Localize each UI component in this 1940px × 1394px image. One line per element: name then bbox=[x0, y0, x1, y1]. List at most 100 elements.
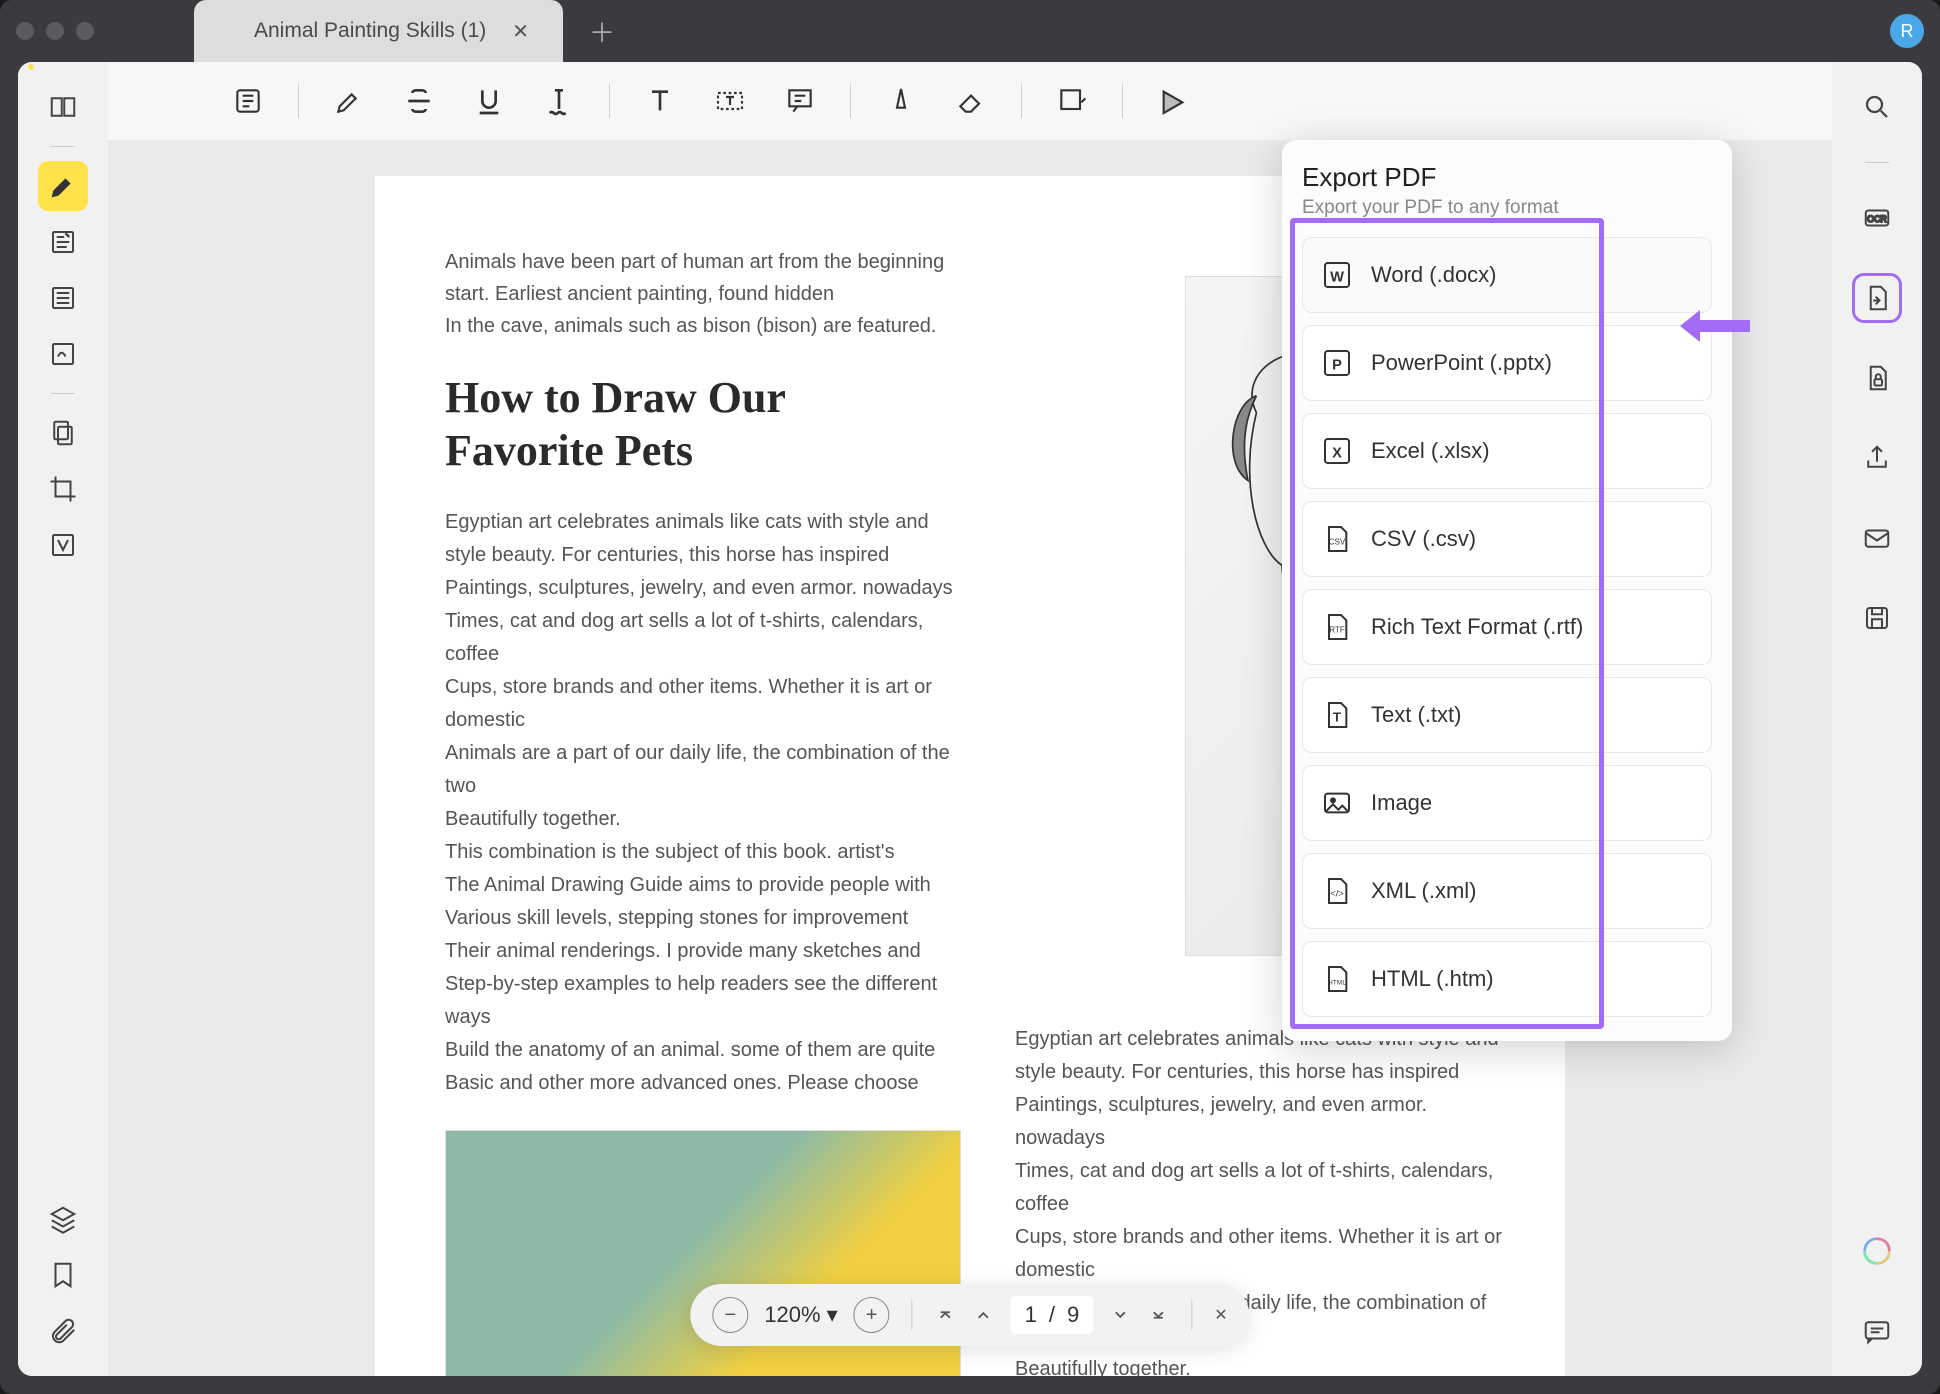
app-body: Animals have been part of human art from… bbox=[18, 62, 1922, 1376]
search-button[interactable] bbox=[1852, 82, 1902, 132]
tabbar: Animal Painting Skills (1) ✕ ＋ bbox=[194, 0, 1890, 62]
protect-button[interactable] bbox=[1852, 353, 1902, 403]
export-item-label: CSV (.csv) bbox=[1371, 526, 1476, 552]
export-options-list: W Word (.docx) P PowerPoint (.pptx) X bbox=[1302, 237, 1712, 1017]
separator bbox=[1191, 1300, 1192, 1330]
sign-tool-button[interactable] bbox=[38, 329, 88, 379]
export-item-label: XML (.xml) bbox=[1371, 878, 1477, 904]
html-icon: HTML bbox=[1321, 963, 1353, 995]
image-icon bbox=[1321, 787, 1353, 819]
annotation-toolbar bbox=[108, 62, 1832, 140]
export-text-option[interactable]: T Text (.txt) bbox=[1302, 677, 1712, 753]
user-avatar[interactable]: R bbox=[1890, 14, 1924, 48]
main-area: Animals have been part of human art from… bbox=[108, 62, 1832, 1376]
annotate-tool-button[interactable] bbox=[38, 217, 88, 267]
tab-close-button[interactable]: ✕ bbox=[506, 19, 535, 44]
reader-mode-button[interactable] bbox=[38, 82, 88, 132]
avatar-letter: R bbox=[1901, 21, 1914, 42]
first-page-button[interactable] bbox=[935, 1304, 957, 1326]
prev-page-button[interactable] bbox=[973, 1304, 995, 1326]
text-tool[interactable] bbox=[640, 81, 680, 121]
export-html-option[interactable]: HTML HTML (.htm) bbox=[1302, 941, 1712, 1017]
next-page-button[interactable] bbox=[1109, 1304, 1131, 1326]
ocr-button[interactable]: OCR bbox=[1852, 193, 1902, 243]
page-navigator: − 120% ▾ + 1 / 9 bbox=[690, 1284, 1249, 1346]
new-tab-button[interactable]: ＋ bbox=[589, 13, 615, 50]
save-button[interactable] bbox=[1852, 593, 1902, 643]
export-subtitle: Export your PDF to any format bbox=[1302, 197, 1712, 219]
window-minimize-button[interactable] bbox=[46, 22, 64, 40]
separator bbox=[51, 146, 75, 147]
note-tool[interactable] bbox=[228, 81, 268, 121]
highlighter-tool-button[interactable] bbox=[38, 161, 88, 211]
export-item-label: Rich Text Format (.rtf) bbox=[1371, 614, 1583, 640]
svg-text:X: X bbox=[1332, 446, 1342, 462]
excel-icon: X bbox=[1321, 435, 1353, 467]
email-button[interactable] bbox=[1852, 513, 1902, 563]
total-pages: 9 bbox=[1067, 1302, 1079, 1328]
svg-text:T: T bbox=[1333, 710, 1341, 725]
page-separator: / bbox=[1049, 1302, 1055, 1328]
text-icon: T bbox=[1321, 699, 1353, 731]
ocr-tool-button[interactable] bbox=[38, 520, 88, 570]
separator bbox=[298, 84, 299, 118]
svg-text:RTF: RTF bbox=[1329, 625, 1345, 634]
shape-tool[interactable] bbox=[1052, 81, 1092, 121]
separator bbox=[1865, 162, 1889, 163]
tab-title: Animal Painting Skills (1) bbox=[254, 19, 486, 43]
share-button[interactable] bbox=[1852, 433, 1902, 483]
zoom-level[interactable]: 120% ▾ bbox=[764, 1302, 837, 1328]
rtf-icon: RTF bbox=[1321, 611, 1353, 643]
xml-icon: </> bbox=[1321, 875, 1353, 907]
body-text: Egyptian art celebrates animals like cat… bbox=[445, 506, 961, 1100]
export-panel: Export PDF Export your PDF to any format… bbox=[1282, 140, 1732, 1041]
bookmark-button[interactable] bbox=[38, 1250, 88, 1300]
forms-tool-button[interactable] bbox=[38, 273, 88, 323]
left-sidebar bbox=[18, 62, 108, 1376]
comments-button[interactable] bbox=[1852, 1306, 1902, 1356]
layers-button[interactable] bbox=[38, 1194, 88, 1244]
attachment-button[interactable] bbox=[38, 1306, 88, 1356]
last-page-button[interactable] bbox=[1147, 1304, 1169, 1326]
export-excel-option[interactable]: X Excel (.xlsx) bbox=[1302, 413, 1712, 489]
window-close-button[interactable] bbox=[16, 22, 34, 40]
export-item-label: HTML (.htm) bbox=[1371, 966, 1494, 992]
csv-icon: CSV bbox=[1321, 523, 1353, 555]
export-item-label: Word (.docx) bbox=[1371, 262, 1497, 288]
window-maximize-button[interactable] bbox=[76, 22, 94, 40]
crop-tool-button[interactable] bbox=[38, 464, 88, 514]
callout-tool[interactable] bbox=[780, 81, 820, 121]
export-powerpoint-option[interactable]: P PowerPoint (.pptx) bbox=[1302, 325, 1712, 401]
chevron-down-icon: ▾ bbox=[827, 1302, 838, 1328]
squiggly-tool[interactable] bbox=[539, 81, 579, 121]
page-input-group[interactable]: 1 / 9 bbox=[1011, 1296, 1094, 1334]
export-item-label: PowerPoint (.pptx) bbox=[1371, 350, 1552, 376]
zoom-in-button[interactable]: + bbox=[854, 1297, 890, 1333]
svg-text:</>: </> bbox=[1330, 888, 1344, 898]
separator bbox=[1122, 84, 1123, 118]
stamp-tool[interactable] bbox=[1153, 81, 1193, 121]
export-csv-option[interactable]: CSV CSV (.csv) bbox=[1302, 501, 1712, 577]
eraser-tool[interactable] bbox=[951, 81, 991, 121]
document-tab[interactable]: Animal Painting Skills (1) ✕ bbox=[194, 0, 563, 62]
strikethrough-tool[interactable] bbox=[399, 81, 439, 121]
organize-pages-button[interactable] bbox=[38, 408, 88, 458]
export-word-option[interactable]: W Word (.docx) bbox=[1302, 237, 1712, 313]
underline-tool[interactable] bbox=[469, 81, 509, 121]
app-logo[interactable] bbox=[1852, 1226, 1902, 1276]
textbox-tool[interactable] bbox=[710, 81, 750, 121]
export-image-option[interactable]: Image bbox=[1302, 765, 1712, 841]
svg-text:W: W bbox=[1330, 270, 1344, 286]
svg-text:CSV: CSV bbox=[1329, 537, 1346, 546]
zoom-out-button[interactable]: − bbox=[712, 1297, 748, 1333]
export-button[interactable] bbox=[1852, 273, 1902, 323]
right-sidebar: OCR bbox=[1832, 62, 1922, 1376]
separator bbox=[609, 84, 610, 118]
separator bbox=[850, 84, 851, 118]
separator bbox=[912, 1300, 913, 1330]
highlight-tool[interactable] bbox=[329, 81, 369, 121]
close-pager-button[interactable]: ✕ bbox=[1214, 1305, 1227, 1325]
export-rtf-option[interactable]: RTF Rich Text Format (.rtf) bbox=[1302, 589, 1712, 665]
export-xml-option[interactable]: </> XML (.xml) bbox=[1302, 853, 1712, 929]
pen-tool[interactable] bbox=[881, 81, 921, 121]
